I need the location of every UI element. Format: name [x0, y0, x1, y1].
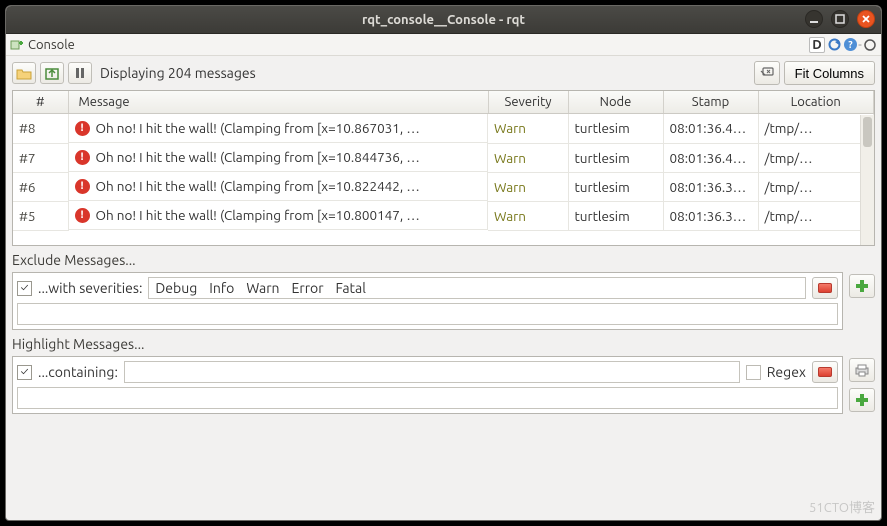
col-header-stamp[interactable]: Stamp — [663, 91, 758, 114]
cell-idx: #7 — [13, 143, 68, 172]
message-table: # Message Severity Node Stamp Location #… — [12, 90, 875, 246]
cell-message: !Oh no! I hit the wall! (Clamping from [… — [69, 143, 489, 172]
highlight-empty-row[interactable] — [17, 387, 838, 409]
console-dock-tab[interactable]: Console — [10, 38, 75, 52]
reload-icon[interactable] — [827, 38, 841, 52]
exclude-filter-box: ✓ ...with severities: Debug Info Warn Error… — [12, 272, 843, 330]
table-header-row: # Message Severity Node Stamp Location — [13, 91, 874, 114]
maximize-button[interactable] — [831, 10, 849, 28]
exclude-section-label: Exclude Messages... — [12, 252, 875, 268]
severity-option[interactable]: Info — [209, 280, 234, 296]
printer-icon — [854, 363, 870, 377]
cell-node: turtlesim — [568, 172, 663, 201]
cell-node: turtlesim — [568, 114, 663, 144]
col-header-node[interactable]: Node — [568, 91, 663, 114]
severity-selector[interactable]: Debug Info Warn Error Fatal — [148, 277, 806, 299]
cell-severity: Warn — [488, 201, 568, 230]
message-count-label: Displaying 204 messages — [100, 65, 256, 81]
plugin-add-icon — [10, 38, 24, 52]
open-button[interactable] — [12, 62, 36, 84]
cell-stamp: 08:01:36.4… — [663, 114, 758, 144]
cell-node: turtlesim — [568, 143, 663, 172]
warn-icon: ! — [75, 150, 90, 165]
highlight-checkbox[interactable]: ✓ — [17, 365, 32, 380]
console-toolbar: Displaying 204 messages Fit Columns — [12, 60, 875, 86]
cell-message: !Oh no! I hit the wall! (Clamping from [… — [69, 114, 489, 143]
minus-icon — [818, 283, 832, 293]
cell-message: !Oh no! I hit the wall! (Clamping from [… — [69, 172, 489, 201]
close-dock-icon[interactable] — [863, 38, 877, 52]
exclude-empty-row[interactable] — [17, 303, 838, 325]
exclude-checkbox[interactable]: ✓ — [17, 281, 32, 296]
severity-option[interactable]: Debug — [155, 280, 197, 296]
save-button[interactable] — [40, 62, 64, 84]
cell-severity: Warn — [488, 114, 568, 144]
cell-location: /tmp/… — [758, 201, 874, 230]
highlight-section-label: Highlight Messages... — [12, 336, 875, 352]
severity-option[interactable]: Error — [292, 280, 324, 296]
window-title: rqt_console__Console - rqt — [6, 13, 881, 27]
close-button[interactable] — [857, 10, 875, 28]
cell-severity: Warn — [488, 172, 568, 201]
warn-icon: ! — [75, 179, 90, 194]
plus-icon — [856, 394, 868, 406]
minimize-button[interactable] — [805, 10, 823, 28]
col-header-idx[interactable]: # — [13, 91, 68, 114]
cell-node: turtlesim — [568, 201, 663, 230]
pause-button[interactable] — [68, 62, 92, 84]
exclude-remove-button[interactable] — [812, 277, 838, 299]
exclude-row-label: ...with severities: — [38, 280, 142, 296]
dock-bar: Console D ? - — [6, 34, 881, 56]
titlebar: rqt_console__Console - rqt — [6, 6, 881, 34]
severity-option[interactable]: Warn — [246, 280, 279, 296]
table-scrollbar[interactable] — [860, 115, 874, 245]
regex-label: Regex — [767, 364, 806, 380]
d-icon[interactable]: D — [809, 37, 825, 53]
fit-columns-button[interactable]: Fit Columns — [784, 61, 875, 85]
warn-icon: ! — [75, 208, 90, 223]
regex-checkbox[interactable] — [746, 365, 761, 380]
clear-messages-button[interactable] — [754, 61, 780, 85]
cell-message: !Oh no! I hit the wall! (Clamping from [… — [69, 201, 489, 230]
highlight-settings-button[interactable] — [849, 358, 875, 382]
cell-idx: #5 — [13, 201, 68, 230]
table-row[interactable]: #5!Oh no! I hit the wall! (Clamping from… — [13, 201, 874, 230]
col-header-message[interactable]: Message — [68, 91, 488, 114]
cell-stamp: 08:01:36.3… — [663, 172, 758, 201]
highlight-containing-row: ✓ ...containing: Regex — [17, 361, 838, 383]
col-header-severity[interactable]: Severity — [488, 91, 568, 114]
svg-text:?: ? — [848, 39, 853, 50]
cell-location: /tmp/… — [758, 114, 874, 144]
cell-stamp: 08:01:36.4… — [663, 143, 758, 172]
highlight-add-button[interactable] — [849, 388, 875, 412]
cell-stamp: 08:01:36.3… — [663, 201, 758, 230]
window-controls — [805, 10, 875, 28]
highlight-filter-box: ✓ ...containing: Regex — [12, 356, 843, 414]
table-row[interactable]: #8!Oh no! I hit the wall! (Clamping from… — [13, 114, 874, 144]
table-row[interactable]: #7!Oh no! I hit the wall! (Clamping from… — [13, 143, 874, 172]
highlight-remove-button[interactable] — [812, 361, 838, 383]
cell-location: /tmp/… — [758, 143, 874, 172]
exclude-severity-row: ✓ ...with severities: Debug Info Warn Error… — [17, 277, 838, 299]
cell-location: /tmp/… — [758, 172, 874, 201]
cell-idx: #6 — [13, 172, 68, 201]
cell-severity: Warn — [488, 143, 568, 172]
highlight-row-label: ...containing: — [38, 364, 118, 380]
app-window: rqt_console__Console - rqt Console D ? - — [5, 5, 882, 521]
exclude-add-button[interactable] — [849, 274, 875, 298]
main-area: Displaying 204 messages Fit Columns # Me… — [6, 56, 881, 520]
highlight-text-input[interactable] — [124, 361, 740, 383]
severity-option[interactable]: Fatal — [336, 280, 366, 296]
help-icon[interactable]: ? — [843, 38, 857, 52]
plus-icon — [856, 280, 868, 292]
console-dock-label: Console — [28, 38, 75, 52]
cell-idx: #8 — [13, 114, 68, 144]
table-row[interactable]: #6!Oh no! I hit the wall! (Clamping from… — [13, 172, 874, 201]
col-header-location[interactable]: Location — [758, 91, 874, 114]
minus-icon — [818, 367, 832, 377]
warn-icon: ! — [75, 121, 90, 136]
